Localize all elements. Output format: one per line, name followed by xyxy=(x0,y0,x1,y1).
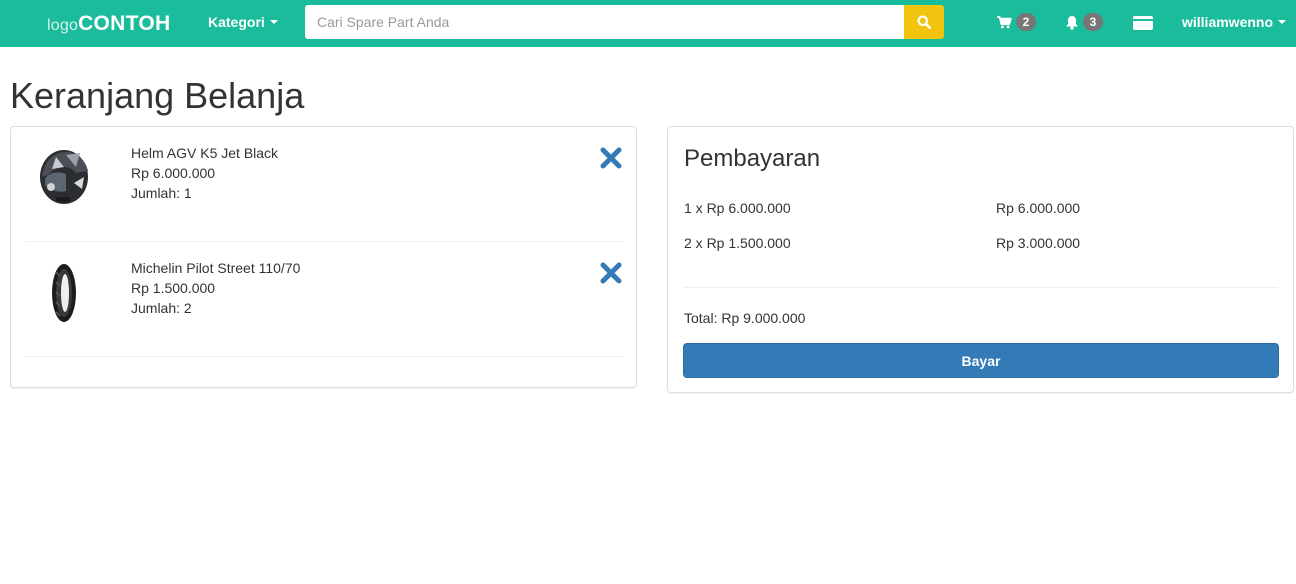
kategori-label: Kategori xyxy=(208,14,265,30)
search-icon xyxy=(917,15,931,29)
pay-button[interactable]: Bayar xyxy=(683,343,1279,378)
notifications-link[interactable]: 3 xyxy=(1065,13,1103,31)
item-info: Michelin Pilot Street 110/70 Rp 1.500.00… xyxy=(131,258,300,318)
cart-item: Helm AGV K5 Jet Black Rp 6.000.000 Jumla… xyxy=(26,127,623,242)
divider xyxy=(684,287,1278,288)
item-name: Michelin Pilot Street 110/70 xyxy=(131,260,301,276)
item-name: Helm AGV K5 Jet Black xyxy=(131,145,279,161)
search-button[interactable] xyxy=(904,5,944,39)
item-price: Rp 6.000.000 xyxy=(131,165,216,181)
remove-item-button[interactable] xyxy=(600,262,622,284)
payment-line-desc: 2 x Rp 1.500.000 xyxy=(684,235,791,251)
notification-count-badge: 3 xyxy=(1083,13,1103,31)
payment-total: Total: Rp 9.000.000 xyxy=(684,310,806,326)
caret-down-icon xyxy=(1278,20,1287,24)
item-quantity: Jumlah: 2 xyxy=(131,300,192,316)
cart-link[interactable]: 2 xyxy=(997,13,1036,31)
payment-panel: Pembayaran 1 x Rp 6.000.000 Rp 6.000.000… xyxy=(667,126,1294,393)
kategori-dropdown[interactable]: Kategori xyxy=(208,14,278,30)
logo[interactable]: logo CONTOH xyxy=(47,12,170,38)
logo-big-text: CONTOH xyxy=(78,12,171,35)
cart-panel: Helm AGV K5 Jet Black Rp 6.000.000 Jumla… xyxy=(10,126,637,388)
credit-card-icon[interactable] xyxy=(1133,16,1153,30)
cart-count-badge: 2 xyxy=(1016,13,1036,31)
payment-title: Pembayaran xyxy=(684,145,821,172)
username-label: williamwenno xyxy=(1182,14,1274,30)
helmet-image xyxy=(34,145,94,210)
payment-line-desc: 1 x Rp 6.000.000 xyxy=(684,200,791,216)
payment-line-amount: Rp 6.000.000 xyxy=(996,200,1081,216)
caret-down-icon xyxy=(269,20,278,24)
logo-small-text: logo xyxy=(47,17,79,34)
cart-icon xyxy=(997,15,1012,28)
page-title: Keranjang Belanja xyxy=(10,75,305,116)
remove-item-button[interactable] xyxy=(600,147,622,169)
cart-item: Michelin Pilot Street 110/70 Rp 1.500.00… xyxy=(26,242,623,357)
search-bar xyxy=(305,5,944,39)
user-menu-dropdown[interactable]: williamwenno xyxy=(1182,14,1287,30)
item-quantity: Jumlah: 1 xyxy=(131,185,192,201)
bell-icon xyxy=(1066,15,1078,30)
payment-line-amount: Rp 3.000.000 xyxy=(996,235,1081,251)
tire-image xyxy=(34,260,94,325)
item-price: Rp 1.500.000 xyxy=(131,280,216,296)
search-input[interactable] xyxy=(305,5,904,39)
item-info: Helm AGV K5 Jet Black Rp 6.000.000 Jumla… xyxy=(131,143,278,203)
navbar: logoCONTOH Kategori 2 3 william xyxy=(0,0,1296,47)
